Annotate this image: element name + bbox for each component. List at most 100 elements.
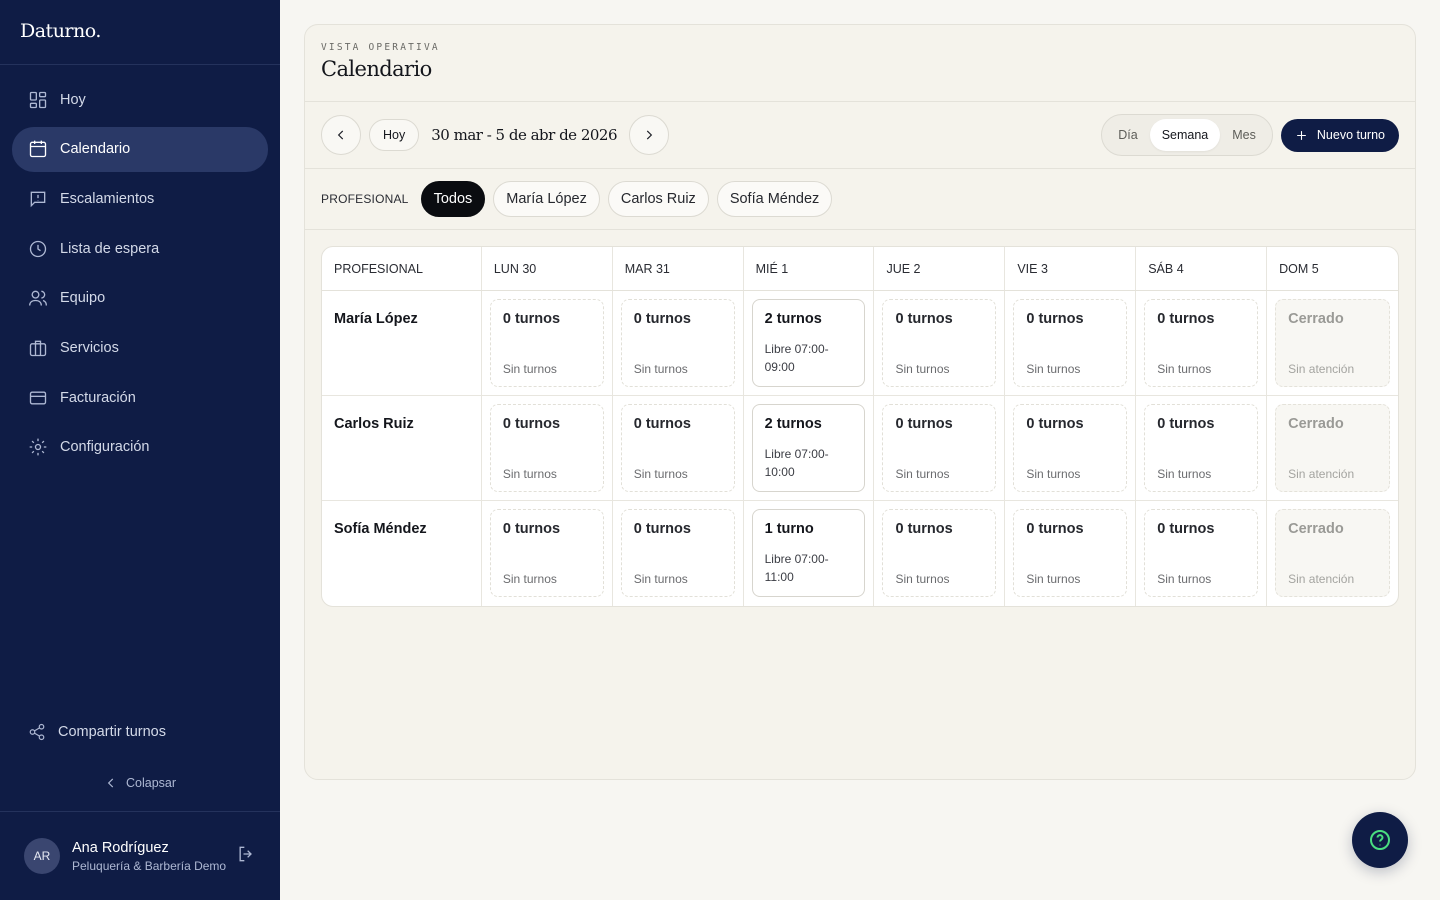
view-week-tab[interactable]: Semana (1149, 119, 1221, 151)
briefcase-icon (28, 338, 48, 358)
day-cell: 0 turnos Sin turnos (1136, 291, 1268, 395)
user-organization: Peluquería & Barbería Demo (72, 858, 227, 873)
sidebar-nav: Hoy Calendario Escalamientos Lista de es… (0, 65, 280, 487)
shift-note: Sin turnos (1026, 467, 1081, 481)
week-grid-header: PROFESIONAL LUN 30 MAR 31 MIÉ 1 JUE 2 VIE 3S… (322, 247, 1398, 291)
avatar[interactable]: AR (24, 838, 60, 874)
professional-row: Carlos Ruiz 0 turnos Sin turnos 0 turnos Sin… (322, 396, 1398, 501)
shift-count: 0 turnos (1157, 416, 1215, 432)
shift-note: Sin atención (1288, 572, 1355, 586)
view-day-tab[interactable]: Día (1106, 119, 1149, 151)
shift-note: Sin turnos (895, 362, 950, 376)
next-week-button[interactable] (629, 115, 669, 155)
shift-count: 2 turnos (764, 311, 822, 327)
sidebar-item-facturacion[interactable]: Facturación (12, 375, 268, 420)
shift-note: Sin turnos (502, 467, 557, 481)
sidebar-item-label: Servicios (60, 339, 119, 356)
shift-note: Sin atención (1288, 362, 1355, 376)
help-button[interactable] (1352, 812, 1408, 868)
shift-summary-card[interactable]: 0 turnos Sin turnos (882, 299, 997, 387)
shift-note: Sin turnos (502, 362, 557, 376)
shift-note: Sin turnos (502, 572, 557, 586)
sidebar-item-configuracion[interactable]: Configuración (12, 425, 268, 470)
new-shift-button[interactable]: Nuevo turno (1280, 118, 1399, 152)
shift-note: Sin atención (1288, 467, 1355, 481)
view-month-tab[interactable]: Mes (1220, 119, 1268, 151)
shift-summary-card[interactable]: 0 turnos Sin turnos (1013, 299, 1128, 387)
shift-summary-card[interactable]: 0 turnos Sin turnos (620, 404, 735, 492)
sidebar-item-equipo[interactable]: Equipo (12, 276, 268, 321)
shift-summary-card[interactable]: 0 turnos Sin turnos (489, 404, 604, 492)
shift-count: 0 turnos (633, 311, 691, 327)
collapse-label: Colapsar (125, 776, 177, 790)
shift-summary-card[interactable]: 0 turnos Sin turnos (1013, 509, 1128, 597)
sidebar: Daturno. Hoy Calendario Escalamientos Li… (0, 0, 280, 900)
shift-count: 0 turnos (633, 521, 691, 537)
prev-week-button[interactable] (321, 115, 361, 155)
brand-logo[interactable]: Daturno. (0, 0, 280, 65)
day-cell: 0 turnos Sin turnos (874, 501, 1006, 606)
today-button[interactable]: Hoy (369, 119, 420, 151)
sidebar-item-lista-de-espera[interactable]: Lista de espera (12, 226, 268, 271)
credit-card-icon (28, 388, 48, 408)
sidebar-item-servicios[interactable]: Servicios (12, 325, 268, 370)
shift-summary-card[interactable]: 0 turnos Sin turnos (1144, 404, 1259, 492)
day-cell: 0 turnos Sin turnos (1005, 291, 1137, 395)
shift-summary-card[interactable]: 1 turno Libre 07:00-11:00 (751, 509, 866, 597)
shift-summary-card[interactable]: 0 turnos Sin turnos (620, 299, 735, 387)
share-icon (29, 723, 45, 741)
shift-summary-card[interactable]: 0 turnos Sin turnos (882, 509, 997, 597)
user-info: Ana Rodríguez Peluquería & Barbería Demo (72, 840, 236, 873)
closed-day-card: Cerrado Sin atención (1275, 509, 1390, 597)
logout-button[interactable] (236, 844, 256, 869)
page-header: VISTA OPERATIVA Calendario (305, 25, 1415, 102)
day-cell: 0 turnos Sin turnos (613, 501, 744, 606)
shift-count: 0 turnos (895, 521, 953, 537)
sidebar-item-label: Lista de espera (60, 240, 160, 257)
shift-summary-card[interactable]: 2 turnos Libre 07:00-09:00 (751, 299, 866, 387)
sidebar-item-hoy[interactable]: Hoy (12, 77, 268, 122)
professional-name: Carlos Ruiz (322, 396, 482, 500)
users-icon (28, 288, 48, 308)
filter-chip-maria-lopez[interactable]: María López (493, 181, 600, 217)
shift-summary-card[interactable]: 0 turnos Sin turnos (1013, 404, 1128, 492)
day-cell: 0 turnos Sin turnos (613, 291, 744, 395)
shift-note: Sin turnos (1157, 572, 1212, 586)
shift-count: 0 turnos (1026, 521, 1084, 537)
share-shifts-link[interactable]: Compartir turnos (28, 723, 166, 741)
shift-summary-card[interactable]: 2 turnos Libre 07:00-10:00 (751, 404, 866, 492)
sidebar-item-calendario[interactable]: Calendario (12, 126, 268, 172)
calendar-toolbar: Hoy 30 mar - 5 de abr de 2026 Día Semana… (305, 102, 1415, 169)
shift-note: Sin turnos (1026, 362, 1081, 376)
filter-chip-sofia-mendez[interactable]: Sofía Méndez (716, 181, 833, 217)
week-grid: PROFESIONAL LUN 30 MAR 31 MIÉ 1 JUE 2 VIE 3S… (321, 246, 1399, 607)
shift-summary-card[interactable]: 0 turnos Sin turnos (620, 509, 735, 597)
shift-count: 0 turnos (1157, 311, 1215, 327)
column-header-day: SÁB 4 (1136, 247, 1268, 290)
chevron-right-icon (646, 130, 653, 140)
gear-icon (28, 437, 48, 457)
sidebar-item-escalamientos[interactable]: Escalamientos (12, 176, 268, 221)
collapse-sidebar-button[interactable]: Colapsar (0, 776, 280, 790)
column-header-professional: PROFESIONAL (322, 247, 482, 290)
filter-chip-todos[interactable]: Todos (420, 181, 486, 217)
shift-count: Cerrado (1288, 521, 1344, 537)
user-name: Ana Rodríguez (72, 839, 169, 856)
day-cell: 0 turnos Sin turnos (1005, 501, 1137, 606)
shift-count: 1 turno (764, 521, 814, 537)
sidebar-item-label: Escalamientos (60, 190, 155, 207)
message-alert-icon (28, 189, 48, 209)
calendar-panel: VISTA OPERATIVA Calendario Hoy 30 mar - … (304, 24, 1416, 780)
filter-chip-carlos-ruiz[interactable]: Carlos Ruiz (607, 181, 709, 217)
shift-count: Cerrado (1288, 311, 1344, 327)
shift-count: 0 turnos (502, 416, 561, 432)
shift-count: 0 turnos (502, 521, 561, 537)
plus-icon (1297, 130, 1306, 140)
date-range-label: 30 mar - 5 de abr de 2026 (431, 126, 617, 144)
shift-summary-card[interactable]: 0 turnos Sin turnos (882, 404, 997, 492)
shift-count: 0 turnos (502, 311, 561, 327)
shift-summary-card[interactable]: 0 turnos Sin turnos (489, 509, 604, 597)
shift-summary-card[interactable]: 0 turnos Sin turnos (1144, 299, 1259, 387)
shift-summary-card[interactable]: 0 turnos Sin turnos (489, 299, 604, 387)
shift-summary-card[interactable]: 0 turnos Sin turnos (1144, 509, 1259, 597)
